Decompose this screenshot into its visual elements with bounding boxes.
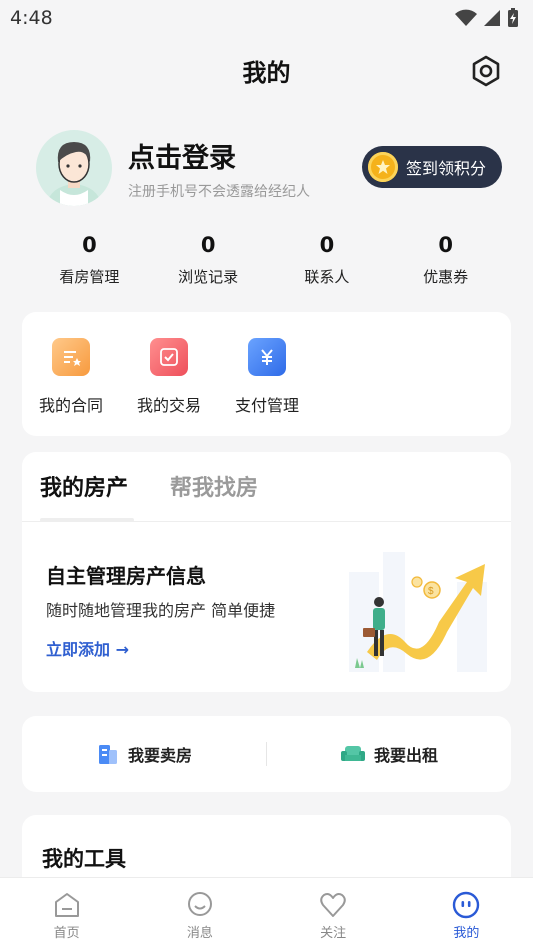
stat-label: 看房管理 bbox=[59, 268, 120, 286]
profile-icon bbox=[453, 891, 480, 919]
service-label: 我的交易 bbox=[136, 396, 201, 415]
sofa-icon bbox=[340, 746, 365, 761]
stat-value: 0 bbox=[438, 233, 453, 257]
property-title: 自主管理房产信息 bbox=[46, 564, 206, 588]
tabbar-profile[interactable]: 我的 bbox=[400, 878, 533, 949]
stat-contacts[interactable]: 0 联系人 bbox=[268, 230, 387, 294]
building-icon bbox=[98, 745, 117, 764]
transaction-icon bbox=[150, 338, 188, 376]
battery-icon bbox=[508, 8, 518, 27]
profile-section[interactable]: 点击登录 注册手机号不会透露给经纪人 签到领积分 bbox=[36, 130, 506, 210]
contract-icon bbox=[52, 338, 90, 376]
property-subtitle: 随时随地管理我的房产 简单便捷 bbox=[46, 601, 276, 620]
tabbar-label: 关注 bbox=[320, 926, 347, 941]
tab-find-house[interactable]: 帮我找房 bbox=[170, 470, 258, 502]
stats-row: 0 看房管理 0 浏览记录 0 联系人 0 优惠券 bbox=[30, 230, 505, 294]
services-card: 我的合同 我的交易 支付管理 bbox=[22, 312, 511, 436]
stat-value: 0 bbox=[82, 233, 97, 257]
message-icon bbox=[187, 892, 212, 916]
signal-icon bbox=[484, 10, 500, 26]
payment-icon bbox=[248, 338, 286, 376]
tabbar-label: 首页 bbox=[53, 926, 80, 941]
checkin-label: 签到领积分 bbox=[406, 159, 487, 178]
avatar[interactable] bbox=[36, 130, 112, 206]
stat-viewing[interactable]: 0 看房管理 bbox=[30, 230, 149, 294]
heart-icon bbox=[320, 893, 346, 917]
checkin-button[interactable]: 签到领积分 bbox=[362, 146, 502, 188]
tabbar-follow[interactable]: 关注 bbox=[267, 878, 400, 949]
page-title: 我的 bbox=[242, 58, 291, 87]
tabbar-label: 消息 bbox=[186, 926, 213, 941]
tools-title: 我的工具 bbox=[42, 847, 126, 871]
property-card: 我的房产 帮我找房 自主管理房产信息 随时随地管理我的房产 简单便捷 立即添加 … bbox=[22, 452, 511, 692]
tabbar-label: 我的 bbox=[453, 926, 480, 941]
sell-label: 我要卖房 bbox=[127, 746, 192, 765]
sell-house-button[interactable]: 我要卖房 bbox=[22, 742, 266, 766]
tab-my-property[interactable]: 我的房产 bbox=[40, 470, 128, 502]
add-property-link[interactable]: 立即添加 → bbox=[46, 636, 129, 660]
stat-history[interactable]: 0 浏览记录 bbox=[149, 230, 268, 294]
home-icon bbox=[54, 893, 79, 917]
stat-label: 优惠券 bbox=[423, 268, 469, 286]
stat-label: 浏览记录 bbox=[178, 268, 239, 286]
status-icons bbox=[455, 8, 519, 28]
avatar-icon bbox=[46, 142, 102, 206]
status-bar: 4:48 bbox=[0, 0, 533, 36]
status-time: 4:48 bbox=[10, 7, 53, 29]
stat-value: 0 bbox=[319, 233, 335, 257]
growth-illustration: $ bbox=[349, 552, 487, 672]
service-label: 我的合同 bbox=[38, 396, 103, 415]
stat-label: 联系人 bbox=[304, 268, 350, 286]
property-tabs: 我的房产 帮我找房 bbox=[22, 452, 511, 522]
rent-out-button[interactable]: 我要出租 bbox=[267, 742, 511, 766]
tab-underline bbox=[40, 518, 134, 522]
service-contract[interactable]: 我的合同 bbox=[26, 338, 116, 416]
settings-icon[interactable] bbox=[469, 54, 503, 88]
tabbar-home[interactable]: 首页 bbox=[0, 878, 133, 949]
sell-rent-card: 我要卖房 我要出租 bbox=[22, 716, 511, 792]
login-title[interactable]: 点击登录 bbox=[128, 136, 236, 175]
service-payment[interactable]: 支付管理 bbox=[222, 338, 312, 416]
service-transaction[interactable]: 我的交易 bbox=[124, 338, 214, 416]
wifi-icon bbox=[455, 9, 477, 26]
tabbar-messages[interactable]: 消息 bbox=[133, 878, 266, 949]
stat-coupons[interactable]: 0 优惠券 bbox=[386, 230, 505, 294]
star-coin-icon bbox=[368, 152, 398, 182]
stat-value: 0 bbox=[200, 233, 216, 257]
rent-label: 我要出租 bbox=[373, 746, 438, 765]
bottom-tabbar: 首页 消息 关注 我的 bbox=[0, 877, 533, 949]
login-subtitle: 注册手机号不会透露给经纪人 bbox=[128, 184, 310, 200]
coin-symbol: $ bbox=[428, 586, 434, 597]
service-label: 支付管理 bbox=[234, 396, 299, 415]
header: 我的 bbox=[0, 44, 533, 96]
